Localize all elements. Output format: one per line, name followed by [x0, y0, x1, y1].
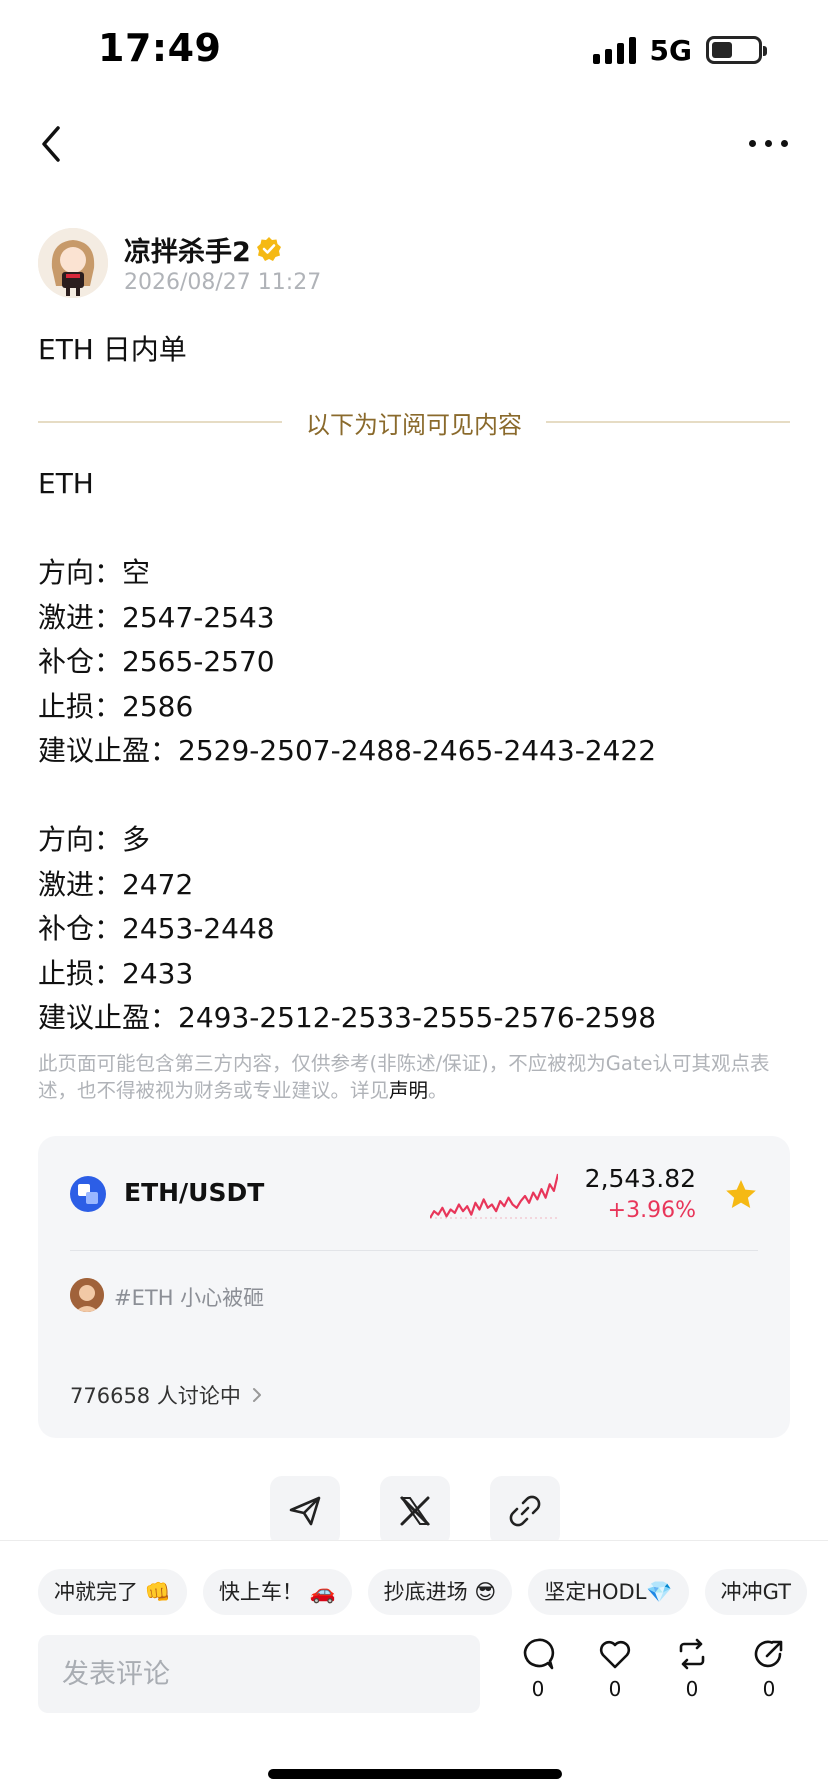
eth-coin-icon [70, 1176, 106, 1212]
price-sparkline [430, 1173, 558, 1219]
card-divider [70, 1250, 758, 1251]
link-icon [509, 1495, 541, 1527]
post-date: 2026/08/27 11:27 [124, 270, 322, 295]
content-line: 止损：2433 [38, 956, 194, 990]
x-share-button[interactable] [380, 1476, 450, 1546]
content-line: 止损：2586 [38, 689, 194, 723]
repost-icon [679, 1638, 705, 1670]
post-detail-page: 17:49 5G 凉拌杀手2 2026/08/27 11:27 ETH 日内单 … [0, 0, 828, 1792]
author-avatar[interactable] [38, 228, 108, 298]
content-line: 建议止盈：2529-2507-2488-2465-2443-2422 [38, 734, 657, 767]
content-line: 方向：多 [38, 823, 151, 856]
quick-reply-chip[interactable]: 冲就完了 👊 [38, 1569, 187, 1615]
comment-action[interactable]: 0 [518, 1637, 558, 1701]
topic-text[interactable]: #ETH 小心被砸 [114, 1282, 264, 1312]
send-icon [289, 1496, 321, 1526]
comment-input[interactable] [38, 1635, 480, 1713]
subscription-label: 以下为订阅可见内容 [306, 410, 522, 439]
bottom-comment-bar: 冲就完了 👊 快上车！ 🚗 抄底进场 😎 坚定HODL💎 冲冲GT 0 0 0 … [0, 1540, 828, 1792]
heart-icon [599, 1640, 631, 1669]
chevron-right-icon [252, 1388, 261, 1402]
market-card[interactable]: ETH/USDT 2,543.82 +3.96% #ETH 小心被砸 77665… [38, 1136, 790, 1438]
repost-action[interactable]: 0 [672, 1637, 712, 1701]
disclaimer-end: 。 [428, 1079, 448, 1102]
content-blank [38, 774, 798, 819]
status-indicators: 5G [592, 32, 767, 68]
share-count: 0 [762, 1677, 776, 1701]
content-line: 激进：2547-2543 [38, 600, 275, 634]
like-count: 0 [608, 1677, 622, 1701]
disclaimer-link[interactable]: 声明 [389, 1079, 428, 1102]
comment-icon [523, 1638, 555, 1670]
repost-count: 0 [685, 1677, 699, 1701]
more-horizontal-icon [749, 140, 756, 147]
share-action[interactable]: 0 [749, 1637, 789, 1701]
verified-badge-icon [257, 237, 281, 261]
x-icon [400, 1496, 430, 1526]
trading-pair[interactable]: ETH/USDT [124, 1178, 264, 1207]
quick-reply-row: 冲就完了 👊 快上车！ 🚗 抄底进场 😎 坚定HODL💎 冲冲GT [38, 1569, 828, 1615]
current-price: 2,543.82 [584, 1164, 696, 1193]
battery-icon [706, 36, 767, 64]
post-content: ETH 方向：空 激进：2547-2543 补仓：2565-2570 止损：25… [38, 462, 798, 1041]
chevron-left-icon [42, 126, 60, 162]
quick-reply-chip[interactable]: 冲冲GT [704, 1569, 807, 1615]
status-time: 17:49 [98, 26, 222, 70]
copy-link-button[interactable] [490, 1476, 560, 1546]
subscription-divider: 以下为订阅可见内容 [38, 404, 790, 440]
disclaimer: 此页面可能包含第三方内容，仅供参考(非陈述/保证)，不应被视为Gate认可其观点… [38, 1050, 790, 1104]
content-line: ETH [38, 467, 94, 500]
post-title: ETH 日内单 [38, 333, 187, 366]
author-name[interactable]: 凉拌杀手2 [124, 230, 251, 269]
more-options-button[interactable] [749, 140, 788, 147]
content-line: 建议止盈：2493-2512-2533-2555-2576-2598 [38, 1001, 657, 1034]
signal-icon [592, 36, 636, 64]
like-action[interactable]: 0 [595, 1637, 635, 1701]
share-icon [754, 1640, 783, 1668]
content-line: 补仓：2565-2570 [38, 645, 275, 678]
content-line: 补仓：2453-2448 [38, 912, 275, 945]
network-type: 5G [649, 33, 692, 67]
content-blank [38, 507, 798, 552]
discussion-count: 776658 人讨论中 [70, 1384, 241, 1408]
comment-count: 0 [531, 1677, 545, 1701]
topic-user-avatar [70, 1278, 104, 1312]
price-change: +3.96% [607, 1198, 696, 1223]
quick-reply-chip[interactable]: 抄底进场 😎 [367, 1569, 513, 1615]
discussion-count-link[interactable]: 776658 人讨论中 [70, 1380, 263, 1410]
back-button[interactable] [36, 122, 66, 166]
send-share-button[interactable] [270, 1476, 340, 1546]
quick-reply-chip[interactable]: 快上车！ 🚗 [202, 1569, 352, 1615]
favorite-star-icon[interactable] [724, 1178, 758, 1212]
quick-reply-chip[interactable]: 坚定HODL💎 [528, 1569, 689, 1615]
share-row [270, 1476, 560, 1546]
content-line: 方向：空 [38, 556, 151, 589]
home-indicator [268, 1769, 562, 1779]
content-line: 激进：2472 [38, 867, 194, 901]
